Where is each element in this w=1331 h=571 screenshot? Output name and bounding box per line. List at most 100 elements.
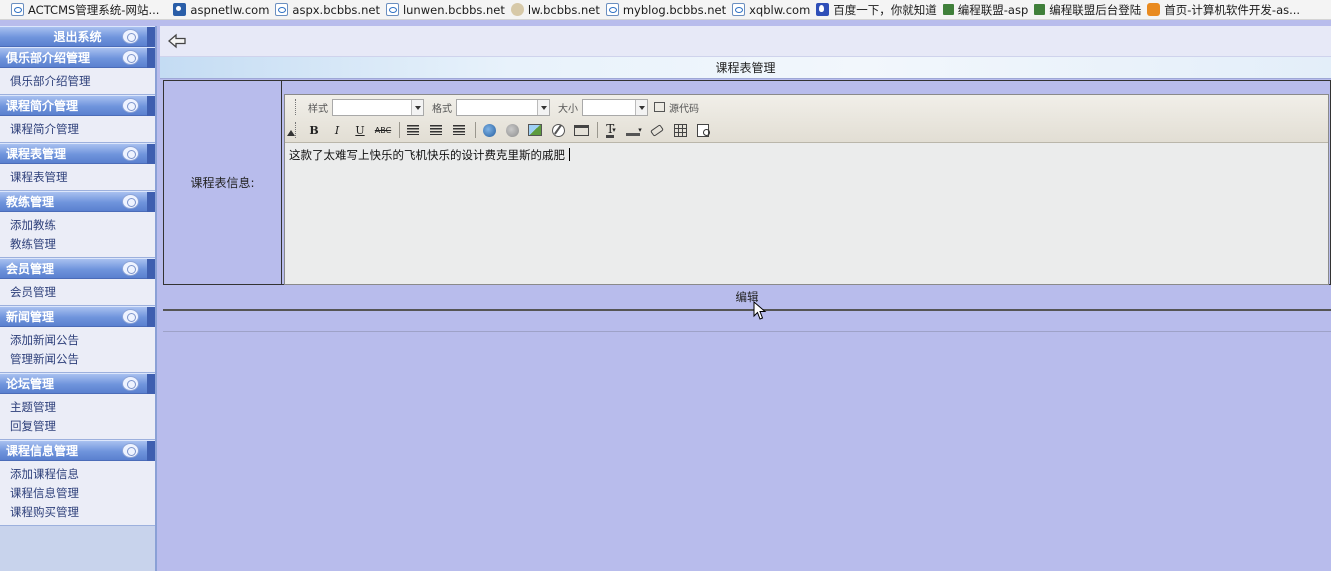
source-button[interactable]: 源代码 [654,100,699,115]
field-label: 课程表信息: [163,80,282,285]
unlink-globe-icon [505,123,519,137]
sidebar-item-add-news[interactable]: 添加新闻公告 [10,331,155,350]
submit-row: 编辑 [163,285,1331,311]
chevron-down-icon [635,99,647,115]
sidebar: 退出系统 俱乐部介绍管理 俱乐部介绍管理 课程简介管理 课程简介管理 课程表管理… [0,26,157,571]
logout-button[interactable]: 退出系统 [0,26,155,47]
favorite-link-lunwen[interactable]: lunwen.bcbbs.net [384,0,509,19]
swirl-icon [510,3,524,16]
favorite-link-actcms[interactable]: ACTCMS管理系统-网站... [9,0,163,19]
table-button[interactable] [670,121,690,139]
form-row: 课程表信息: 样式 格式 大小 源代码 B I U ABC T ▾ ▾ 这款了太… [163,80,1331,285]
back-arrow-icon[interactable] [167,32,187,50]
text-color-button[interactable]: T ▾ [601,121,621,139]
sidebar-section-course-intro[interactable]: 课程简介管理 [0,95,155,116]
rich-text-editor: 样式 格式 大小 源代码 B I U ABC T ▾ ▾ 这款了太难写上快乐的飞… [284,94,1329,285]
link-button[interactable] [479,121,499,139]
collapse-icon [122,309,139,324]
collapse-icon [122,98,139,113]
aspnet-icon [173,3,187,16]
favorite-link-homepage[interactable]: 首页-计算机软件开发-as... [1145,0,1304,19]
sidebar-item-news-manage[interactable]: 管理新闻公告 [10,350,155,369]
favorite-link-aspnetlw[interactable]: aspnetlw.com [171,0,273,19]
sidebar-item-reply-manage[interactable]: 回复管理 [10,417,155,436]
align-left-button[interactable] [403,121,423,139]
ie-page-icon [605,3,619,16]
sidebar-item-add-coach[interactable]: 添加教练 [10,216,155,235]
bold-button[interactable]: B [304,121,324,139]
favorite-link-xqblw[interactable]: xqblw.com [730,0,814,19]
logout-icon [122,29,139,44]
collapse-icon [122,443,139,458]
align-right-icon [453,125,465,135]
sidebar-section-schedule[interactable]: 课程表管理 [0,143,155,164]
align-center-icon [430,125,442,135]
editor-toolbar: 样式 格式 大小 源代码 B I U ABC T ▾ ▾ [285,95,1328,143]
baidu-icon [816,3,830,16]
orange-site-icon [1147,3,1161,16]
sidebar-section-forum[interactable]: 论坛管理 [0,373,155,394]
image-button[interactable] [525,121,545,139]
main-toolbar [160,26,1331,57]
page-title: 课程表管理 [160,57,1331,79]
size-select[interactable] [582,98,648,116]
link-globe-icon [482,123,496,137]
sidebar-item-member-manage[interactable]: 会员管理 [10,283,155,302]
chevron-down-icon [411,99,423,115]
format-select[interactable] [456,98,550,116]
align-center-button[interactable] [426,121,446,139]
favorite-link-baidu[interactable]: 百度一下，你就知道 [814,0,941,19]
editor-cell: 样式 格式 大小 源代码 B I U ABC T ▾ ▾ 这款了太难写上快乐的飞… [282,80,1331,285]
underline-button[interactable]: U [350,121,370,139]
sidebar-item-club-manage[interactable]: 俱乐部介绍管理 [10,72,155,91]
sidebar-item-course-info-manage[interactable]: 课程信息管理 [10,484,155,503]
unlink-button[interactable] [502,121,522,139]
iframe-button[interactable] [571,121,591,139]
sidebar-section-coach[interactable]: 教练管理 [0,191,155,212]
strikethrough-button[interactable]: ABC [373,121,393,139]
sidebar-item-course-purchase-manage[interactable]: 课程购买管理 [10,503,155,522]
image-icon [528,124,542,136]
main-content: 课程表管理 课程表信息: 样式 格式 大小 源代码 B I U ABC T ▾ … [160,26,1331,571]
favorites-bar: ACTCMS管理系统-网站... aspnetlw.com aspx.bcbbs… [0,0,1331,20]
collapse-icon [122,146,139,161]
align-right-button[interactable] [449,121,469,139]
ie-page-icon [11,3,24,16]
sidebar-item-course-intro-manage[interactable]: 课程简介管理 [10,120,155,139]
collapse-icon [122,261,139,276]
sidebar-section-course-info[interactable]: 课程信息管理 [0,440,155,461]
remove-format-button[interactable] [647,121,667,139]
site-icon [942,4,954,15]
favorite-link-bclm-admin[interactable]: 编程联盟后台登陆 [1032,0,1145,19]
flash-button[interactable] [548,121,568,139]
source-icon [654,102,665,112]
preview-icon [697,123,709,137]
flash-icon [551,123,565,137]
preview-button[interactable] [693,121,713,139]
sidebar-section-news[interactable]: 新闻管理 [0,306,155,327]
chevron-down-icon [537,99,549,115]
ie-page-icon [385,3,399,16]
ie-page-icon [275,3,289,16]
collapse-icon [122,376,139,391]
favorite-link-myblog[interactable]: myblog.bcbbs.net [604,0,730,19]
ie-page-icon [732,3,746,16]
sidebar-item-topic-manage[interactable]: 主题管理 [10,398,155,417]
sidebar-item-coach-manage[interactable]: 教练管理 [10,235,155,254]
favorite-link-lw[interactable]: lw.bcbbs.net [509,0,604,19]
style-select[interactable] [332,98,424,116]
favorite-link-aspx[interactable]: aspx.bcbbs.net [273,0,384,19]
favorite-link-bclm-asp[interactable]: 编程联盟-asp [941,0,1033,19]
bg-color-button[interactable]: ▾ [624,121,644,139]
divider [163,331,1331,332]
toolbar-collapse-icon[interactable] [287,130,295,136]
eraser-icon [650,123,664,137]
sidebar-section-member[interactable]: 会员管理 [0,258,155,279]
sidebar-item-add-course-info[interactable]: 添加课程信息 [10,465,155,484]
italic-button[interactable]: I [327,121,347,139]
editor-content-area[interactable]: 这款了太难写上快乐的飞机快乐的设计费克里斯的戚肥 [285,143,1328,167]
table-icon [673,123,687,137]
sidebar-section-club[interactable]: 俱乐部介绍管理 [0,47,155,68]
sidebar-item-schedule-manage[interactable]: 课程表管理 [10,168,155,187]
align-left-icon [407,125,419,135]
